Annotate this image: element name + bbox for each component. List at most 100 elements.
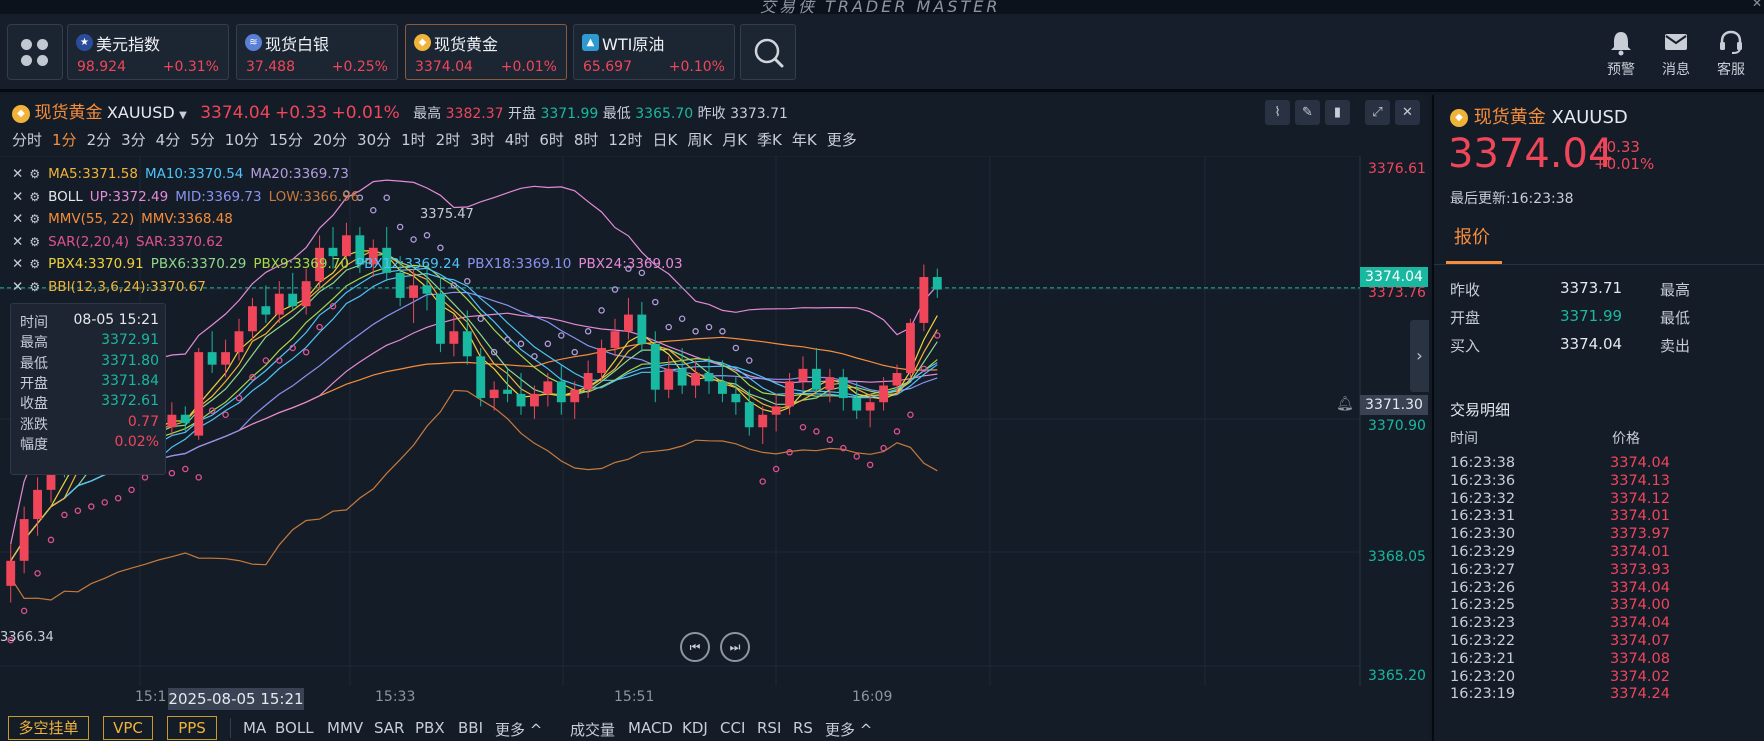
trade-time: 16:23:21 — [1450, 650, 1516, 667]
timeframe-17[interactable]: 日K — [653, 131, 678, 149]
trade-time: 16:23:30 — [1450, 526, 1516, 543]
timeframe-8[interactable]: 20分 — [313, 131, 347, 149]
timeframe-9[interactable]: 30分 — [357, 131, 391, 149]
messages-label: 消息 — [1662, 62, 1690, 78]
candle-body — [879, 385, 889, 403]
timeframe-3[interactable]: 3分 — [121, 131, 146, 149]
ticker-wti-oil[interactable]: ▲ WTI原油 65.697 +0.10% — [573, 24, 735, 80]
timeframe-15[interactable]: 8时 — [574, 131, 599, 149]
gear-icon[interactable]: ⚙ — [29, 235, 40, 249]
close-window-icon[interactable]: ✕ — [1752, 0, 1762, 10]
sub-indicator-item[interactable]: CCI — [720, 719, 745, 737]
gear-icon[interactable]: ⚙ — [29, 257, 40, 271]
ticker-silver[interactable]: ≋ 现货白银 37.488 +0.25% — [236, 24, 398, 80]
pencil-icon: ✎ — [1302, 105, 1313, 120]
app-menu-button[interactable] — [7, 24, 63, 80]
trade-price: 3374.04 — [1610, 579, 1670, 596]
time-column-header: 时间 — [1450, 431, 1478, 447]
draw-tool-button[interactable]: ✎ — [1295, 100, 1320, 125]
gear-icon[interactable]: ⚙ — [29, 190, 40, 204]
remove-indicator-icon[interactable]: ✕ — [12, 279, 23, 295]
main-indicator-item[interactable]: MMV — [327, 719, 363, 737]
ticker-gold[interactable]: ◆ 现货黄金 3374.04 +0.01% — [405, 24, 567, 80]
indicator-value: PBX9:3369.70 — [253, 256, 349, 273]
main-indicator-item[interactable]: 更多 ^ — [495, 719, 542, 740]
timeframe-19[interactable]: 月K — [722, 131, 747, 149]
candle-body — [516, 393, 526, 407]
symbol-name[interactable]: 现货黄金 — [34, 103, 102, 123]
close-chart-button[interactable]: ✕ — [1395, 100, 1420, 125]
main-indicator-item[interactable]: PBX — [415, 719, 445, 737]
candle-body — [865, 402, 875, 411]
chevron-down-icon[interactable]: ▼ — [179, 110, 187, 121]
timeframe-18[interactable]: 周K — [687, 131, 712, 149]
timeframe-2[interactable]: 2分 — [87, 131, 112, 149]
timeframe-0[interactable]: 分时 — [12, 131, 42, 149]
timeframe-22[interactable]: 更多 — [827, 131, 857, 149]
main-indicator-item[interactable]: MA — [243, 719, 266, 737]
ticker-usd-index[interactable]: ★ 美元指数 98.924 +0.31% — [67, 24, 229, 80]
sub-indicator-item[interactable]: RSI — [757, 719, 781, 737]
vpc-tab[interactable]: VPC — [103, 716, 153, 740]
indicator-toggle-button[interactable]: ⌇ — [1265, 100, 1290, 125]
trade-price: 3373.93 — [1610, 561, 1670, 578]
sub-indicator-item[interactable]: KDJ — [682, 719, 708, 737]
pps-tab[interactable]: PPS — [167, 716, 217, 740]
gear-icon[interactable]: ⚙ — [29, 280, 40, 294]
main-indicator-item[interactable]: SAR — [374, 719, 404, 737]
search-button[interactable] — [740, 24, 796, 80]
main-indicator-item[interactable]: BOLL — [275, 719, 314, 737]
sar-dot — [678, 315, 686, 323]
messages-button[interactable]: 消息 — [1651, 28, 1701, 79]
expand-panel-button[interactable]: › — [1410, 320, 1429, 392]
gear-icon[interactable]: ⚙ — [29, 212, 40, 226]
remove-indicator-icon[interactable]: ✕ — [12, 166, 23, 182]
timeframe-5[interactable]: 5分 — [190, 131, 215, 149]
crosshair-price-badge: 3371.30 — [1360, 395, 1428, 415]
timeframe-6[interactable]: 10分 — [225, 131, 259, 149]
sar-dot — [316, 323, 323, 331]
timeframe-14[interactable]: 6时 — [539, 131, 564, 149]
ticker-name: 现货白银 — [265, 35, 330, 54]
remove-indicator-icon[interactable]: ✕ — [12, 256, 23, 272]
candle-body — [704, 373, 714, 382]
symbol-code[interactable]: XAUUSD — [107, 103, 175, 122]
timeframe-10[interactable]: 1时 — [401, 131, 426, 149]
candle-body — [650, 343, 660, 390]
info-row: 开盘 3371.84 — [20, 373, 168, 393]
main-indicator-item[interactable]: BBI — [458, 719, 483, 737]
chart-end-button[interactable]: ⏭ — [720, 632, 750, 662]
chart-start-button[interactable]: ⏮ — [680, 632, 710, 662]
timeframe-12[interactable]: 3时 — [470, 131, 495, 149]
timeframe-4[interactable]: 4分 — [156, 131, 181, 149]
timeframe-7[interactable]: 15分 — [269, 131, 303, 149]
fullscreen-button[interactable]: ⤢ — [1365, 100, 1390, 125]
alert-bell-icon[interactable]: 🔔︎ — [1336, 396, 1354, 412]
sub-indicator-item[interactable]: 更多 ^ — [825, 719, 872, 740]
timeframe-21[interactable]: 年K — [792, 131, 817, 149]
timeframe-13[interactable]: 4时 — [505, 131, 530, 149]
low-marker-label: 3366.34 — [0, 630, 54, 645]
sub-indicator-item[interactable]: 成交量 — [570, 719, 615, 740]
remove-indicator-icon[interactable]: ✕ — [12, 211, 23, 227]
minimize-icon[interactable]: ▔ — [1710, 0, 1719, 10]
sub-indicator-item[interactable]: RS — [793, 719, 813, 737]
timeframe-11[interactable]: 2时 — [436, 131, 461, 149]
tab-quote[interactable]: 报价 — [1454, 223, 1490, 249]
long-short-orders-tab[interactable]: 多空挂单 — [8, 716, 89, 740]
chart-type-button[interactable]: ▮ — [1325, 100, 1350, 125]
info-label: 最高 — [20, 335, 48, 352]
support-button[interactable]: 客服 — [1706, 28, 1756, 79]
timeframe-1[interactable]: 1分 — [52, 131, 77, 149]
remove-indicator-icon[interactable]: ✕ — [12, 189, 23, 205]
alert-button[interactable]: 预警 — [1596, 28, 1646, 79]
timeframe-16[interactable]: 12时 — [608, 131, 642, 149]
candle-body — [691, 373, 701, 386]
sub-indicator-item[interactable]: MACD — [628, 719, 673, 737]
trade-row: 16:23:19 3374.24 — [1450, 686, 1750, 706]
remove-indicator-icon[interactable]: ✕ — [12, 234, 23, 250]
timeframe-20[interactable]: 季K — [757, 131, 782, 149]
gear-icon[interactable]: ⚙ — [29, 167, 40, 181]
info-value: 3371.80 — [101, 352, 159, 369]
quote-label: 最低 — [1660, 309, 1691, 327]
